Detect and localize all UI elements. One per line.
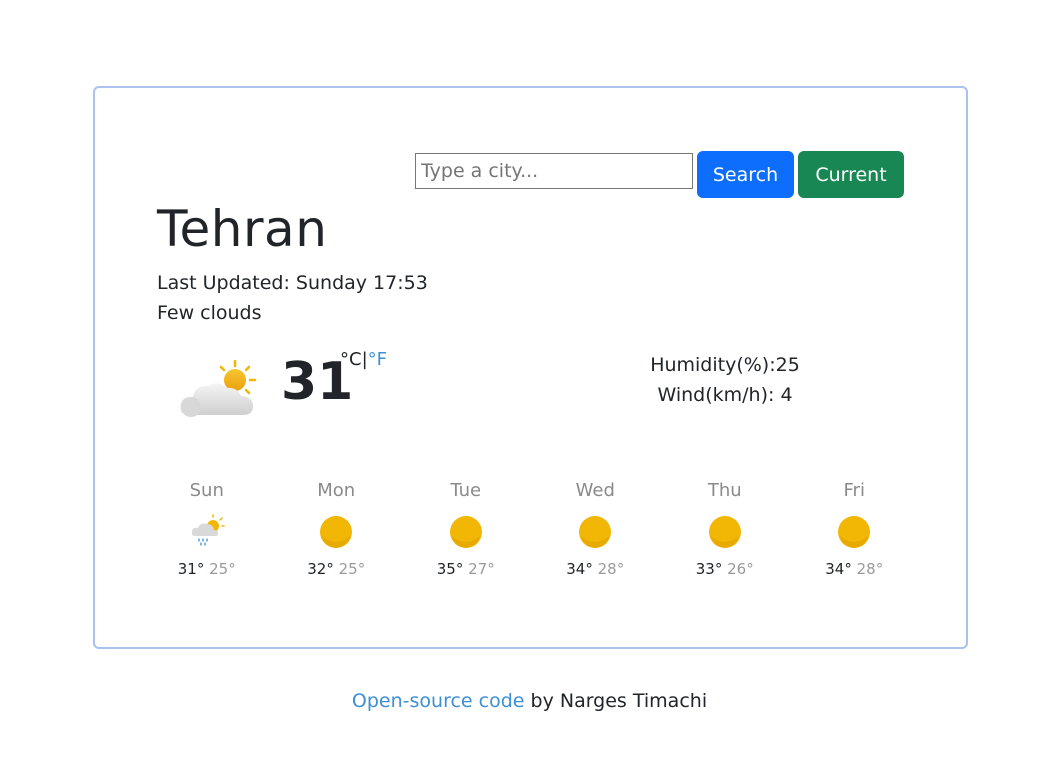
city-name: Tehran	[157, 200, 328, 258]
forecast-day: Mon 32° 25°	[272, 480, 402, 578]
forecast-day: Tue 35° 27°	[401, 480, 531, 578]
footer: Open-source code by Narges Timachi	[0, 690, 1059, 712]
forecast-min: 28°	[856, 560, 884, 578]
rain-cloud-sun-icon	[191, 514, 225, 546]
forecast-temps: 32° 25°	[307, 560, 365, 578]
forecast-day: Sun 31° 25°	[142, 480, 272, 578]
forecast-day: Fri 34° 28°	[790, 480, 920, 578]
few-clouds-day-icon	[180, 360, 257, 417]
forecast-min: 27°	[468, 560, 495, 578]
fahrenheit-link[interactable]: °F	[368, 349, 387, 370]
forecast-temps: 35° 27°	[437, 560, 495, 578]
unit-toggle: °C|°F	[340, 349, 387, 370]
humidity: Humidity(%):25	[650, 354, 800, 376]
sun-icon	[579, 516, 612, 548]
sun-icon	[708, 516, 741, 548]
sun-icon	[320, 516, 353, 548]
forecast-day-name: Fri	[843, 480, 865, 501]
forecast-min: 26°	[727, 560, 754, 578]
forecast-row: Sun 31° 25° Mon 32° 25° Tue 35° 27° Wed …	[142, 480, 930, 578]
weather-card: Search Current Tehran Last Updated: Sund…	[93, 86, 968, 649]
forecast-day-name: Tue	[450, 480, 482, 501]
forecast-max: 35°	[436, 560, 464, 578]
source-code-link[interactable]: Open-source code	[352, 690, 525, 712]
sun-icon	[449, 516, 482, 548]
last-updated: Last Updated: Sunday 17:53	[157, 272, 428, 294]
forecast-day: Wed 34° 28°	[531, 480, 661, 578]
city-search-input[interactable]	[415, 153, 693, 189]
forecast-day-name: Wed	[575, 480, 615, 501]
forecast-max: 34°	[825, 560, 852, 578]
forecast-temps: 31° 25°	[178, 560, 236, 578]
forecast-max: 32°	[307, 560, 334, 578]
forecast-temps: 34° 28°	[566, 560, 624, 578]
current-location-button[interactable]: Current	[798, 151, 904, 198]
forecast-min: 25°	[338, 560, 366, 578]
forecast-max: 34°	[566, 560, 593, 578]
sun-icon	[838, 516, 871, 548]
weather-stats: Humidity(%):25 Wind(km/h): 4	[615, 350, 835, 410]
forecast-day-name: Thu	[707, 480, 742, 501]
forecast-min: 28°	[597, 560, 625, 578]
forecast-min: 25°	[209, 560, 236, 578]
forecast-temps: 34° 28°	[825, 560, 883, 578]
forecast-max: 33°	[695, 560, 723, 578]
weather-description: Few clouds	[157, 302, 262, 324]
wind-speed: Wind(km/h): 4	[657, 384, 793, 406]
celsius-unit[interactable]: °C	[340, 349, 362, 370]
forecast-day: Thu 33° 26°	[660, 480, 790, 578]
search-button[interactable]: Search	[697, 151, 794, 198]
forecast-max: 31°	[177, 560, 205, 578]
forecast-day-name: Sun	[189, 480, 224, 501]
forecast-day-name: Mon	[317, 480, 356, 501]
footer-author: by Narges Timachi	[524, 690, 708, 712]
forecast-temps: 33° 26°	[696, 560, 754, 578]
